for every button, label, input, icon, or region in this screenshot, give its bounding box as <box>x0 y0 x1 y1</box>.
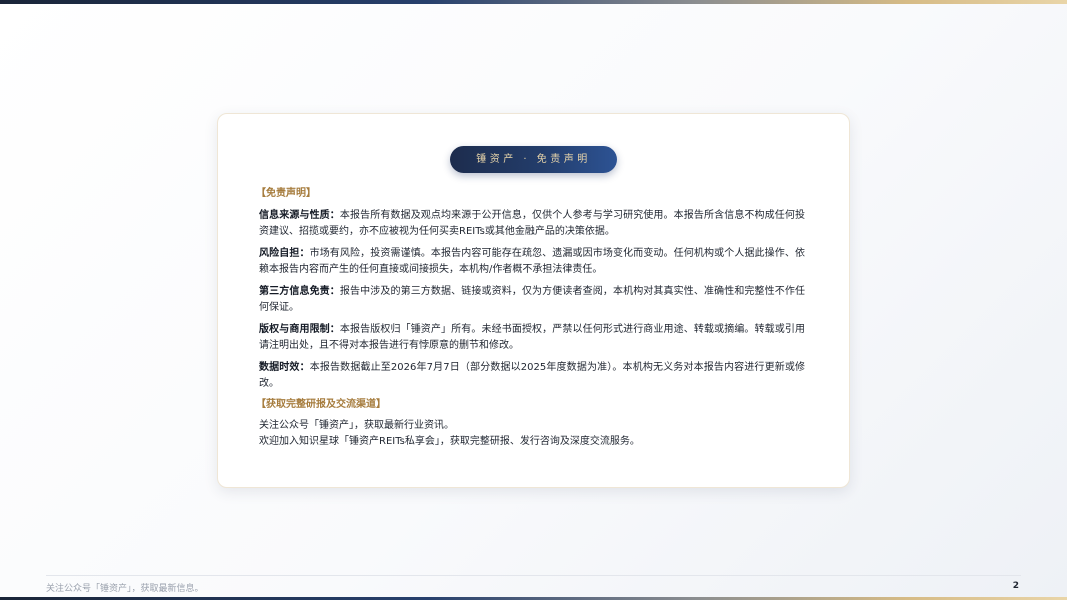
disclaimer-content: 【免责声明】 信息来源与性质：本报告所有数据及观点均来源于公开信息，仅供个人参考… <box>256 187 805 450</box>
disclaimer-item-text: 市场有风险，投资需谨慎。本报告内容可能存在疏忽、遗漏或因市场变化而变动。任何机构… <box>259 248 806 275</box>
disclaimer-card: 锤资产 · 免责声明 【免责声明】 信息来源与性质：本报告所有数据及观点均来源于… <box>217 113 850 488</box>
disclaimer-item-copyright: 版权与商用限制：本报告版权归「锤资产」所有。未经书面授权，严禁以任何形式进行商业… <box>259 322 805 354</box>
disclaimer-item-label: 信息来源与性质： <box>259 210 340 221</box>
disclaimer-section-title: 【免责声明】 <box>256 188 316 199</box>
disclaimer-item-label: 第三方信息免责： <box>259 286 340 297</box>
disclaimer-item-risk: 风险自担：市场有风险，投资需谨慎。本报告内容可能存在疏忽、遗漏或因市场变化而变动… <box>259 246 805 278</box>
top-accent-bar <box>0 0 1067 4</box>
disclaimer-item-text: 本报告数据截止至2026年7月7日（部分数据以2025年度数据为准）。本机构无义… <box>259 362 806 389</box>
disclaimer-item-text: 本报告所有数据及观点均来源于公开信息，仅供个人参考与学习研究使用。本报告所含信息… <box>259 210 805 237</box>
disclaimer-item-label: 版权与商用限制： <box>259 324 340 335</box>
channel-line-planet: 欢迎加入知识星球「锤资产REITs私享会」，获取完整研报、发行咨询及深度交流服务… <box>259 436 640 447</box>
disclaimer-item-text: 报告中涉及的第三方数据、链接或资料，仅为方便读者查阅，本机构对其真实性、准确性和… <box>259 286 805 313</box>
disclaimer-item-text: 本报告版权归「锤资产」所有。未经书面授权，严禁以任何形式进行商业用途、转载或摘编… <box>259 324 805 351</box>
disclaimer-item-label: 数据时效： <box>259 362 310 373</box>
disclaimer-item-third-party: 第三方信息免责：报告中涉及的第三方数据、链接或资料，仅为方便读者查阅，本机构对其… <box>259 284 805 316</box>
disclaimer-item-source: 信息来源与性质：本报告所有数据及观点均来源于公开信息，仅供个人参考与学习研究使用… <box>259 208 805 240</box>
channels-section-title: 【获取完整研报及交流渠道】 <box>256 399 386 410</box>
disclaimer-badge: 锤资产 · 免责声明 <box>450 146 617 173</box>
footer-note: 关注公众号「锤资产」，获取最新信息。 <box>46 584 204 594</box>
page-number: 2 <box>1012 581 1019 591</box>
channel-line-wechat: 关注公众号「锤资产」，获取最新行业资讯。 <box>259 420 454 431</box>
disclaimer-item-data-timeliness: 数据时效：本报告数据截止至2026年7月7日（部分数据以2025年度数据为准）。… <box>259 360 805 392</box>
footer-divider <box>46 575 1021 576</box>
disclaimer-item-label: 风险自担： <box>259 248 310 259</box>
